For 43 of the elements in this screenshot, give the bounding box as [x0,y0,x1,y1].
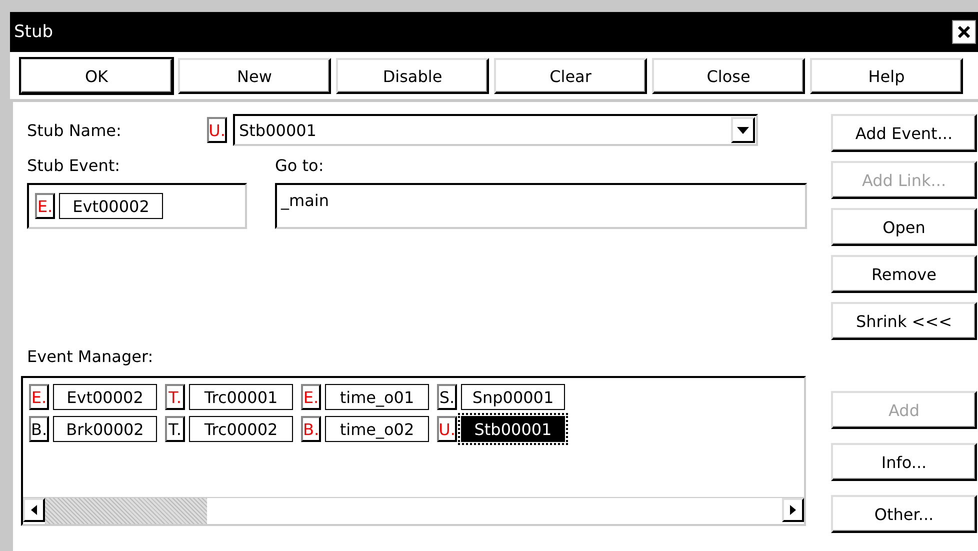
event-type-badge: U. [437,416,457,442]
event-item[interactable]: Brk00002 [53,416,157,442]
event-type-badge: B. [301,416,321,442]
toolbar-button[interactable]: Close [652,58,805,94]
toolbar-button[interactable]: Clear [494,58,647,94]
stub-event-field[interactable]: E. Evt00002 [27,183,247,229]
scroll-left-icon[interactable] [23,498,45,522]
event-manager-label: Event Manager: [27,347,154,366]
event-type-badge: T. [165,384,185,410]
stub-name-dropdown[interactable]: Stb00001 [233,114,758,146]
event-item[interactable]: Trc00002 [189,416,293,442]
event-type-badge: U. [207,117,227,143]
stub-event-label: Stub Event: [27,156,122,175]
event-type-badge: E. [35,193,55,219]
go-to-label: Go to: [275,156,325,175]
event-type-badge: T. [165,416,185,442]
toolbar-button[interactable]: OK [20,58,173,94]
toolbar-button[interactable]: Help [810,58,963,94]
horizontal-scrollbar[interactable] [23,497,804,524]
event-item[interactable]: Snp00001 [461,384,565,410]
event-type-badge: S. [437,384,457,410]
event-item[interactable]: time_o01 [325,384,429,410]
window-title: Stub [14,22,54,42]
toolbar-button[interactable]: New [178,58,331,94]
side-button[interactable]: Other... [831,495,977,533]
event-item[interactable]: time_o02 [325,416,429,442]
side-button[interactable]: Add Event... [831,114,977,152]
side-button[interactable]: Info... [831,443,977,481]
side-button[interactable]: Open [831,208,977,246]
side-button[interactable]: Remove [831,255,977,293]
scroll-right-icon[interactable] [782,498,804,522]
event-type-badge: E. [29,384,49,410]
stub-name-label: Stub Name: [27,120,122,140]
toolbar-button[interactable]: Disable [336,58,489,94]
close-icon[interactable] [952,20,976,44]
go-to-field[interactable]: _main [275,183,807,229]
event-type-badge: E. [301,384,321,410]
side-button[interactable]: Shrink <<< [831,302,977,340]
event-item[interactable]: Evt00002 [53,384,157,410]
event-item[interactable]: Trc00001 [189,384,293,410]
event-item[interactable]: Stb00001 [461,416,565,442]
event-name: Evt00002 [59,193,163,219]
event-type-badge: B. [29,416,49,442]
